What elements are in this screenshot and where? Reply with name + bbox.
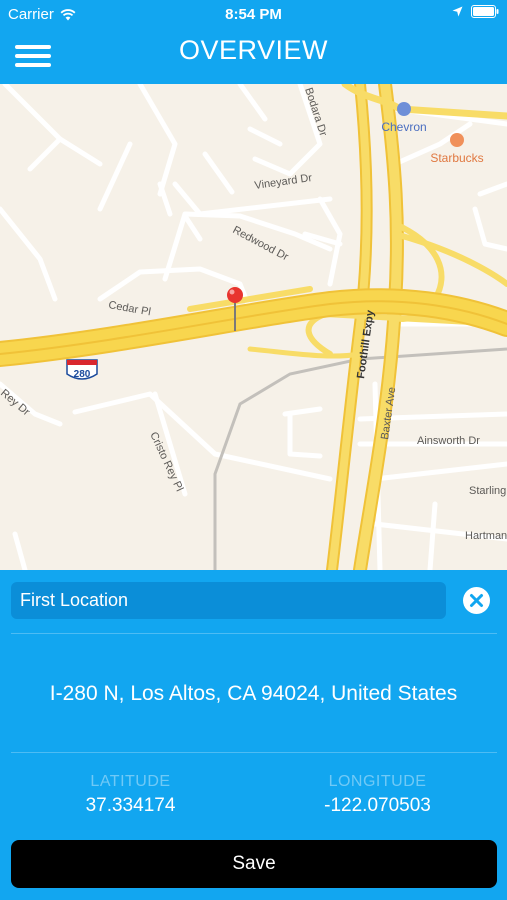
svg-text:Chevron: Chevron <box>381 120 426 134</box>
svg-text:Rey Dr: Rey Dr <box>0 387 32 418</box>
latitude-block: LATITUDE 37.334174 <box>4 773 257 817</box>
location-arrow-icon <box>452 6 463 17</box>
svg-text:Ainsworth Dr: Ainsworth Dr <box>417 435 480 447</box>
divider <box>11 752 497 753</box>
clock: 8:54 PM <box>225 6 282 23</box>
location-panel: First Location I-280 N, Los Altos, CA 94… <box>0 570 507 900</box>
longitude-label: LONGITUDE <box>328 773 427 790</box>
i280-shield-icon: 280 <box>66 359 98 380</box>
page-title: OVERVIEW <box>178 35 329 65</box>
longitude-block: LONGITUDE -122.070503 <box>251 773 504 817</box>
map-view[interactable]: 280 Chevron Starbucks Vineyard Dr Redwoo… <box>0 84 507 570</box>
clear-button[interactable] <box>463 587 490 614</box>
svg-text:Hartman: Hartman <box>465 530 507 542</box>
status-bar: Carrier 8:54 PM <box>0 0 507 28</box>
latitude-label: LATITUDE <box>90 773 171 790</box>
svg-text:Starbucks: Starbucks <box>430 151 483 165</box>
battery-icon <box>471 5 499 18</box>
nav-bar: OVERVIEW <box>0 28 507 84</box>
location-name-field[interactable]: First Location <box>11 582 446 619</box>
divider <box>11 633 497 634</box>
svg-text:Cedar Pl: Cedar Pl <box>107 299 151 318</box>
starbucks-poi[interactable]: Starbucks <box>430 133 484 165</box>
longitude-value: -122.070503 <box>324 795 431 816</box>
latitude-value: 37.334174 <box>85 795 176 816</box>
svg-text:Starling: Starling <box>469 485 506 497</box>
close-icon <box>470 594 483 607</box>
svg-text:Vineyard Dr: Vineyard Dr <box>254 172 313 192</box>
svg-text:280: 280 <box>74 369 91 380</box>
svg-text:Bodara Dr: Bodara Dr <box>302 86 329 138</box>
save-button[interactable]: Save <box>11 840 497 888</box>
address-text: I-280 N, Los Altos, CA 94024, United Sta… <box>49 682 458 705</box>
